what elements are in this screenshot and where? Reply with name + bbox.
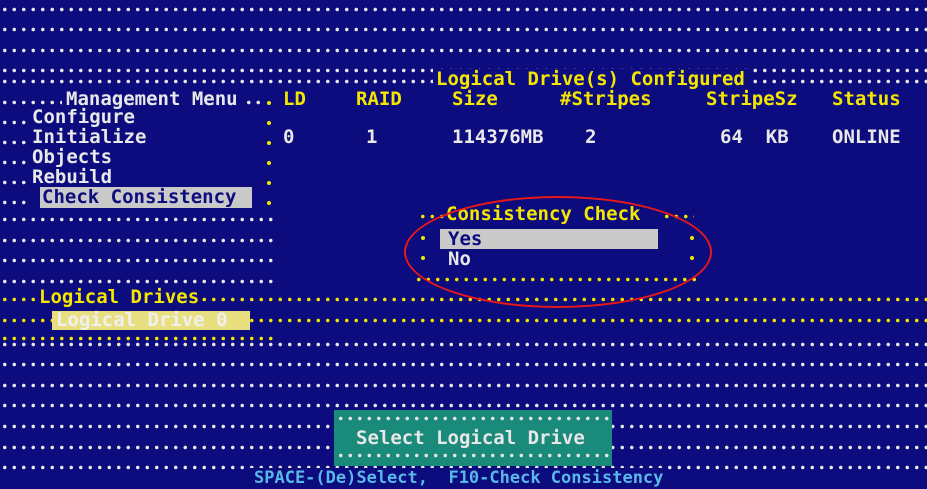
select-logical-drive-button[interactable]: Select Logical Drive bbox=[356, 428, 585, 448]
column-header-stripesz: StripeSz bbox=[706, 88, 798, 110]
menu-item-rebuild[interactable]: Rebuild bbox=[32, 167, 112, 187]
cell-stripe-size: 64 KB bbox=[720, 126, 789, 148]
column-header-size: Size bbox=[452, 88, 498, 110]
cell-stripes: 2 bbox=[585, 126, 597, 148]
menu-row-dots bbox=[0, 180, 28, 185]
menu-row-dots bbox=[0, 160, 28, 165]
menu-item-check-consistency-label: Check Consistency bbox=[42, 186, 237, 208]
column-header-ld: LD bbox=[283, 88, 306, 110]
column-header-status: Status bbox=[832, 88, 901, 110]
menu-row-dots bbox=[0, 200, 28, 205]
menu-item-check-consistency[interactable]: Check Consistency bbox=[40, 187, 252, 208]
menu-item-configure[interactable]: Configure bbox=[32, 107, 135, 127]
cell-status: ONLINE bbox=[832, 126, 901, 148]
column-header-raid: RAID bbox=[356, 88, 402, 110]
menu-item-initialize[interactable]: Initialize bbox=[32, 127, 146, 147]
logical-drives-title: Logical Drives bbox=[36, 287, 203, 307]
menu-bottom-border bbox=[0, 217, 278, 222]
key-hint-bar: SPACE-(De)Select, F10-Check Consistency bbox=[250, 468, 668, 488]
configured-title: Logical Drive(s) Configured bbox=[433, 69, 748, 89]
bios-raid-screen: Logical Drive(s) Configured Management M… bbox=[0, 0, 927, 489]
logical-drive-0-label: Logical Drive 0 bbox=[56, 309, 228, 331]
menu-item-objects[interactable]: Objects bbox=[32, 147, 112, 167]
menu-title-border-left bbox=[0, 100, 62, 105]
menu-title-border-right bbox=[244, 100, 266, 105]
cell-size: 114376MB bbox=[452, 126, 544, 148]
cell-raid: 1 bbox=[366, 126, 378, 148]
logical-drive-0[interactable]: Logical Drive 0 bbox=[52, 309, 250, 331]
cell-ld: 0 bbox=[283, 126, 295, 148]
logical-drives-bottom-border bbox=[0, 336, 278, 341]
menu-row-dots bbox=[0, 120, 28, 125]
menu-row-dots bbox=[0, 140, 28, 145]
red-annotation-ellipse bbox=[404, 196, 712, 308]
column-header-stripes: #Stripes bbox=[560, 88, 652, 110]
